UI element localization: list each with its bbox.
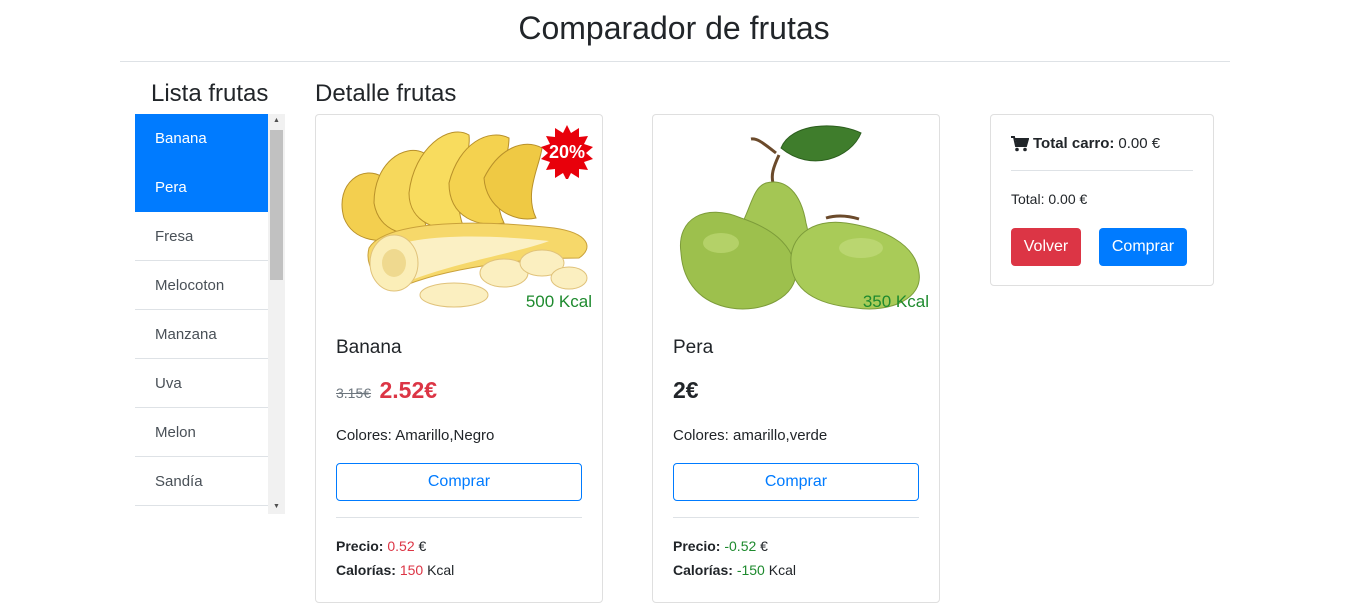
product-card-pera: 350 Kcal Pera 2€ Colores: amarillo,verde… [652,114,940,603]
page-title: Comparador de frutas [518,10,830,46]
discounted-price: 2.52€ [379,377,438,403]
colors-text: Colores: Amarillo,Negro [336,427,495,444]
list-scrollbar[interactable]: ▲ ▼ [268,114,285,514]
precio-value: -0.52 [724,538,757,554]
discount-badge-text: 20% [548,142,586,162]
cart-total-amount: 0.00 € [1118,135,1161,152]
calorias-value: 150 [399,562,424,578]
calorias-unit: Kcal [768,562,796,578]
product-name: Banana [336,337,402,358]
list-item-melocoton[interactable]: Melocoton [135,261,268,310]
precio-label: Precio: [673,538,721,554]
calories-difference: Calorías: -150 Kcal [673,562,796,578]
list-item-pera[interactable]: Pera [135,163,268,212]
buy-banana-button[interactable]: Comprar [336,463,582,501]
fruit-list-heading: Lista frutas [151,80,269,107]
kcal-label: 500 Kcal [525,292,592,311]
cart-total-text: Total: 0.00 € [1011,191,1088,207]
pear-image [679,125,920,310]
buy-pera-button[interactable]: Comprar [673,463,919,501]
shopping-cart-icon [1011,135,1029,151]
calorias-label: Calorías: [673,562,733,578]
precio-unit: € [418,538,427,554]
title-divider [120,61,1230,62]
list-item-sandia[interactable]: Sandía [135,457,268,506]
scrollbar-thumb[interactable] [270,130,283,280]
calorias-label: Calorías: [336,562,396,578]
calorias-value: -150 [736,562,765,578]
list-item-banana[interactable]: Banana [135,114,268,163]
cart-total-label: Total carro: [1033,135,1115,152]
cart-panel: Total carro: 0.00 € Total: 0.00 € Volver… [990,114,1214,286]
scroll-up-icon[interactable]: ▲ [268,114,285,128]
list-item-melon[interactable]: Melon [135,408,268,457]
fruit-list-container: Banana Pera Fresa Melocoton Manzana Uva … [135,114,285,514]
old-price: 3.15€ [336,385,372,401]
precio-value: 0.52 [387,538,415,554]
price-difference: Precio: 0.52 € [336,538,426,554]
colors-text: Colores: amarillo,verde [673,427,828,444]
calories-difference: Calorías: 150 Kcal [336,562,454,578]
fruit-detail-heading: Detalle frutas [315,80,457,107]
volver-button[interactable]: Volver [1011,228,1081,266]
card-divider [673,517,919,518]
price: 2€ [673,377,699,403]
calorias-unit: Kcal [427,562,455,578]
comprar-button[interactable]: Comprar [1099,228,1187,266]
price-row: 3.15€ 2.52€ [336,377,437,404]
kcal-label: 350 Kcal [862,292,929,311]
list-item-uva[interactable]: Uva [135,359,268,408]
precio-unit: € [760,538,768,554]
card-divider [336,517,582,518]
list-item-manzana[interactable]: Manzana [135,310,268,359]
price-row: 2€ [673,377,699,404]
discount-badge: 20% [540,125,594,181]
precio-label: Precio: [336,538,384,554]
product-name: Pera [673,337,714,358]
price-difference: Precio: -0.52 € [673,538,768,554]
fruit-list[interactable]: Banana Pera Fresa Melocoton Manzana Uva … [135,114,268,514]
list-item-fresa[interactable]: Fresa [135,212,268,261]
cart-divider [1011,170,1193,171]
scroll-down-icon[interactable]: ▼ [268,500,285,514]
cart-total-header: Total carro: 0.00 € [1011,135,1160,152]
product-card-banana: 20% 500 Kcal Banana 3.15€ 2.52€ Colores:… [315,114,603,603]
